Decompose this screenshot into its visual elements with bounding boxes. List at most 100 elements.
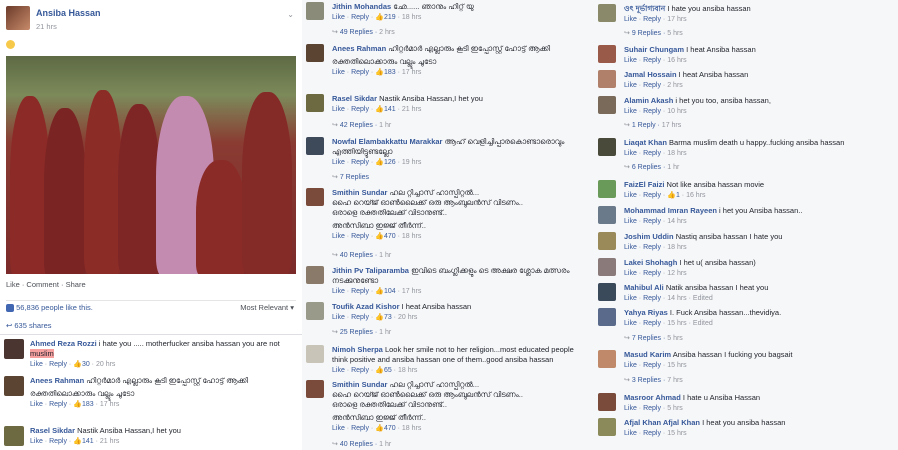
post-photo[interactable] [6, 56, 296, 274]
like-link[interactable]: Like [624, 320, 637, 327]
commenter-name[interactable]: Ahmed Reza Rozzi [30, 339, 97, 348]
like-link[interactable]: Like [624, 82, 637, 89]
commenter-name[interactable]: Smithin Sundar [332, 380, 387, 389]
commenter-avatar[interactable] [598, 4, 616, 22]
reply-link[interactable]: Reply [49, 361, 67, 368]
comment-time[interactable]: 17 hrs [100, 401, 119, 408]
view-replies-link[interactable]: ↪ 7 Replies · 5 hrs [624, 334, 683, 342]
view-replies-link[interactable]: ↪ 42 Replies · 1 hr [332, 121, 391, 129]
commenter-name[interactable]: Mahibul Ali [624, 283, 664, 292]
commenter-avatar[interactable] [306, 94, 324, 112]
replies-count[interactable]: 6 Replies [632, 164, 661, 171]
commenter-avatar[interactable] [598, 45, 616, 63]
commenter-name[interactable]: Liaqat Khan [624, 138, 667, 147]
reply-link[interactable]: Reply [643, 16, 661, 23]
edited-label[interactable]: Edited [693, 320, 713, 327]
view-replies-link[interactable]: ↪ 9 Replies · 5 hrs [624, 29, 683, 37]
like-link[interactable]: Like [332, 288, 345, 295]
like-link[interactable]: Like [332, 14, 345, 21]
likes-count[interactable]: 56,836 people like this. [16, 303, 93, 312]
commenter-name[interactable]: ওৎ দূর্ভাগ্যবান [624, 4, 665, 13]
comment-time[interactable]: 21 hrs [100, 438, 119, 445]
replies-count[interactable]: 25 Replies [340, 329, 373, 336]
commenter-name[interactable]: Lakei Shohagh [624, 258, 677, 267]
view-replies-link[interactable]: ↪ 25 Replies · 1 hr [332, 328, 391, 336]
reply-link[interactable]: Reply [351, 288, 369, 295]
commenter-name[interactable]: Rasel Sikdar [30, 426, 75, 435]
reply-link[interactable]: Reply [49, 438, 67, 445]
commenter-avatar[interactable] [4, 426, 24, 446]
replies-count[interactable]: 7 Replies [340, 174, 369, 181]
replies-count[interactable]: 3 Replies [632, 377, 661, 384]
comment-time[interactable]: 10 hrs [667, 108, 686, 115]
comment-time[interactable]: 18 hrs [398, 367, 417, 374]
reply-link[interactable]: Reply [643, 82, 661, 89]
reply-link[interactable]: Reply [643, 244, 661, 251]
edited-label[interactable]: Edited [693, 295, 713, 302]
comment-likes[interactable]: 183 [82, 401, 94, 408]
comment-time[interactable]: 15 hrs [667, 320, 686, 327]
commenter-name[interactable]: Alamin Akash [624, 96, 673, 105]
comment-likes[interactable]: 65 [384, 367, 392, 374]
reply-link[interactable]: Reply [643, 320, 661, 327]
commenter-avatar[interactable] [306, 188, 324, 206]
like-link[interactable]: Like [624, 244, 637, 251]
replies-count[interactable]: 49 Replies [340, 29, 373, 36]
reply-link[interactable]: Reply [643, 270, 661, 277]
reply-link[interactable]: Reply [643, 430, 661, 437]
commenter-avatar[interactable] [598, 283, 616, 301]
like-link[interactable]: Like [624, 362, 637, 369]
commenter-avatar[interactable] [306, 302, 324, 320]
post-time[interactable]: 21 hrs [36, 22, 57, 31]
commenter-name[interactable]: Smithin Sundar [332, 188, 387, 197]
comment-likes[interactable]: 126 [384, 159, 396, 166]
comment-likes[interactable]: 141 [384, 106, 396, 113]
comment-time[interactable]: 14 hrs [667, 218, 686, 225]
like-link[interactable]: Like [624, 270, 637, 277]
chevron-down-icon[interactable]: ⌄ [287, 10, 294, 19]
commenter-avatar[interactable] [306, 44, 324, 62]
reply-link[interactable]: Reply [643, 192, 661, 199]
comment-time[interactable]: 16 hrs [686, 192, 705, 199]
shares-count[interactable]: ↩ 635 shares [6, 321, 52, 330]
comment-likes[interactable]: 1 [676, 192, 680, 199]
view-replies-link[interactable]: ↪ 6 Replies · 1 hr [624, 163, 679, 171]
comment-time[interactable]: 16 hrs [667, 57, 686, 64]
comment-time[interactable]: 15 hrs [667, 362, 686, 369]
commenter-avatar[interactable] [598, 206, 616, 224]
like-link[interactable]: Like [332, 425, 345, 432]
view-replies-link[interactable]: ↪ 1 Reply · 17 hrs [624, 121, 681, 129]
comment-likes[interactable]: 73 [384, 314, 392, 321]
comment-time[interactable]: 18 hrs [402, 425, 421, 432]
commenter-name[interactable]: Nimoh Sherpa [332, 345, 383, 354]
commenter-name[interactable]: Anees Rahman [30, 376, 84, 385]
commenter-avatar[interactable] [306, 266, 324, 284]
commenter-avatar[interactable] [4, 339, 24, 359]
reply-link[interactable]: Reply [351, 233, 369, 240]
reply-link[interactable]: Reply [643, 108, 661, 115]
author-avatar[interactable] [6, 6, 30, 30]
replies-count[interactable]: 40 Replies [340, 441, 373, 448]
reply-link[interactable]: Reply [643, 150, 661, 157]
commenter-avatar[interactable] [598, 232, 616, 250]
commenter-name[interactable]: Joshim Uddin [624, 232, 674, 241]
comment-likes[interactable]: 141 [82, 438, 94, 445]
comment-time[interactable]: 20 hrs [96, 361, 115, 368]
reply-link[interactable]: Reply [49, 401, 67, 408]
comment-likes[interactable]: 219 [384, 14, 396, 21]
commenter-name[interactable]: Mohammad Imran Rayeen [624, 206, 717, 215]
replies-count[interactable]: 40 Replies [340, 252, 373, 259]
like-link[interactable]: Like [332, 314, 345, 321]
comment-time[interactable]: 18 hrs [667, 150, 686, 157]
commenter-avatar[interactable] [598, 350, 616, 368]
replies-count[interactable]: 7 Replies [632, 335, 661, 342]
commenter-avatar[interactable] [4, 376, 24, 396]
commenter-name[interactable]: Masud Karim [624, 350, 671, 359]
commenter-name[interactable]: Yahya Riyas [624, 308, 668, 317]
like-link[interactable]: Like [624, 430, 637, 437]
commenter-name[interactable]: FaizEl Faizi [624, 180, 664, 189]
like-link[interactable]: Like [332, 69, 345, 76]
like-link[interactable]: Like [624, 16, 637, 23]
comment-time[interactable]: 17 hrs [402, 69, 421, 76]
comment-time[interactable]: 5 hrs [667, 405, 683, 412]
